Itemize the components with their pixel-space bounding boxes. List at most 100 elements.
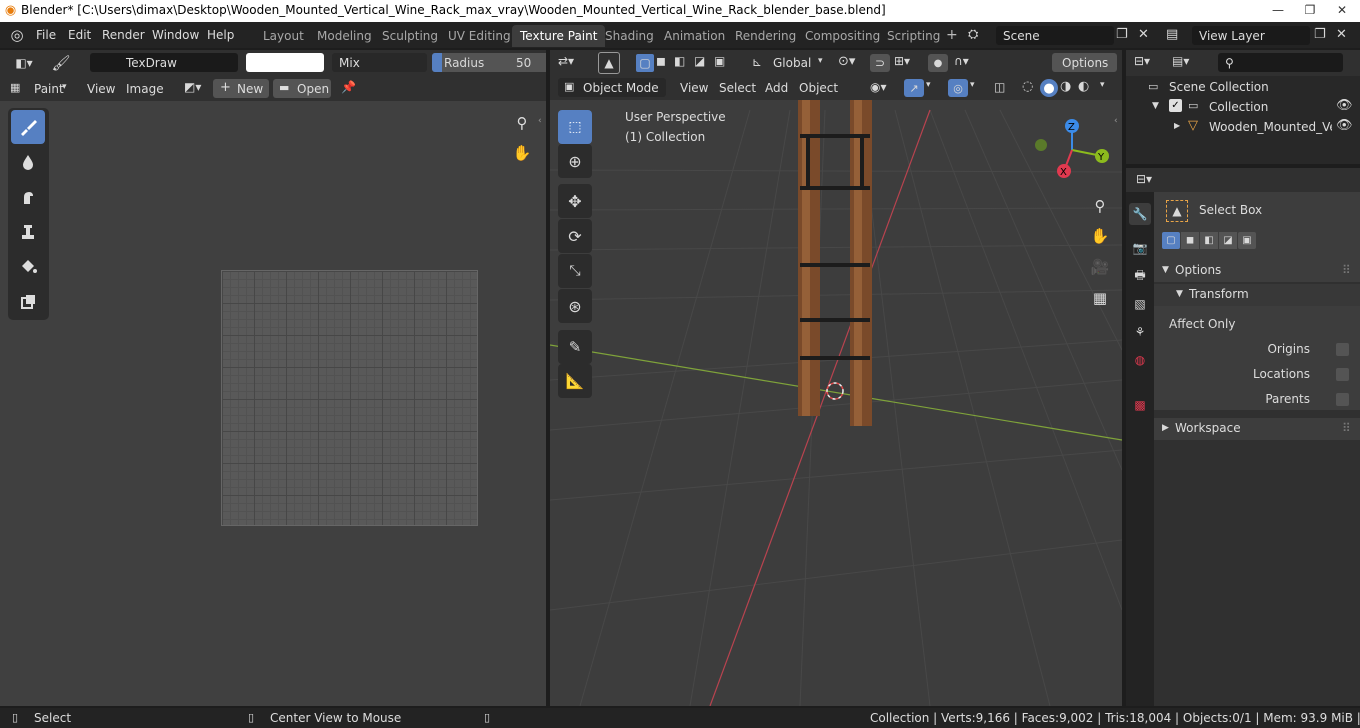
chevron-down-icon[interactable]: ▾ xyxy=(926,80,931,90)
gizmo-toggle-icon[interactable]: ↗ xyxy=(904,79,924,97)
restore-icon[interactable]: ❐ xyxy=(1294,0,1326,20)
menu-file[interactable]: File xyxy=(36,28,56,42)
soften-tool-icon[interactable] xyxy=(11,145,45,179)
scene-field[interactable]: Scene xyxy=(996,26,1114,45)
menu-view-3d[interactable]: View xyxy=(680,77,708,95)
mode-set-icon[interactable]: ▢ xyxy=(1162,232,1180,249)
pivot-point-icon[interactable]: ⊙▾ xyxy=(838,54,855,69)
open-image-button[interactable]: ▬ Open xyxy=(273,79,331,98)
chevron-down-icon[interactable]: ▾ xyxy=(1100,80,1105,90)
delete-scene-icon[interactable]: ✕ xyxy=(1138,27,1149,42)
new-scene-icon[interactable]: ❐ xyxy=(1116,27,1128,42)
select-box-tool-icon[interactable]: ⬚ xyxy=(558,110,592,144)
tab-texture-paint[interactable]: Texture Paint xyxy=(512,25,606,47)
tool-tab-icon[interactable]: 🔧 xyxy=(1129,203,1151,225)
tab-modeling[interactable]: Modeling xyxy=(309,25,380,47)
menu-view[interactable]: View xyxy=(87,78,115,96)
display-mode-icon[interactable]: ▤▾ xyxy=(1172,54,1189,68)
chevron-down-icon[interactable]: ▾ xyxy=(970,80,975,90)
perspective-grid-icon[interactable]: ▦ xyxy=(1086,284,1114,312)
transform-subpanel-header[interactable]: ▼ Transform xyxy=(1154,284,1360,306)
sidebar-toggle-icon[interactable]: ‹ xyxy=(538,116,542,126)
render-tab-icon[interactable]: 📷 xyxy=(1129,237,1151,259)
tab-animation[interactable]: Animation xyxy=(656,25,733,47)
scene-icon[interactable]: ⛭ xyxy=(968,27,978,42)
view-layer-tab-icon[interactable]: ▧ xyxy=(1129,293,1151,315)
blend-mode-select[interactable]: Mix xyxy=(332,53,427,72)
eye-icon[interactable]: 👁 xyxy=(1336,118,1353,133)
collection-label[interactable]: Collection xyxy=(1209,100,1268,114)
menu-window[interactable]: Window xyxy=(152,28,199,42)
drag-handle-icon[interactable]: ⠿ xyxy=(1342,263,1351,277)
smear-tool-icon[interactable] xyxy=(11,180,45,214)
options-panel-header[interactable]: ▼ Options ⠿ xyxy=(1154,260,1360,282)
collection-checkbox[interactable]: ✓ xyxy=(1169,99,1182,112)
parents-checkbox[interactable] xyxy=(1336,393,1349,406)
object-label[interactable]: Wooden_Mounted_Vertic xyxy=(1209,120,1332,134)
texture-tab-icon[interactable]: ▩ xyxy=(1129,394,1151,416)
mode-set-icon[interactable]: ▢ xyxy=(636,54,654,72)
rendered-shading-icon[interactable]: ◐ xyxy=(1078,79,1089,94)
material-shading-icon[interactable]: ◑ xyxy=(1060,79,1071,94)
visibility-icon[interactable]: ◉▾ xyxy=(870,80,887,94)
options-dropdown[interactable]: Options xyxy=(1052,53,1117,72)
editor-type-icon[interactable]: ⊟▾ xyxy=(1136,172,1152,186)
pan-hand-icon[interactable]: ✋ xyxy=(508,139,536,167)
tab-scripting[interactable]: Scripting xyxy=(879,25,948,47)
new-view-layer-icon[interactable]: ❐ xyxy=(1314,27,1326,42)
pin-icon[interactable]: 📌 xyxy=(341,80,356,94)
move-tool-icon[interactable]: ✥ xyxy=(558,184,592,218)
brush-name-field[interactable]: TexDraw xyxy=(90,53,238,72)
draw-tool-icon[interactable] xyxy=(11,110,45,144)
snap-icon[interactable]: ⊃ xyxy=(870,54,890,72)
fill-tool-icon[interactable] xyxy=(11,250,45,284)
editor-type-icon[interactable]: ◧▾ xyxy=(10,54,38,72)
mode-intersect-icon[interactable]: ▣ xyxy=(1238,232,1256,249)
mode-extend-icon[interactable]: ◼ xyxy=(656,54,666,68)
menu-add[interactable]: Add xyxy=(765,77,788,95)
scale-tool-icon[interactable]: ⤡ xyxy=(558,254,592,288)
tab-uv-editing[interactable]: UV Editing xyxy=(440,25,519,47)
proportional-edit-icon[interactable]: ● xyxy=(928,54,948,72)
menu-image[interactable]: Image xyxy=(126,78,164,96)
pan-hand-icon[interactable]: ✋ xyxy=(1086,222,1114,250)
menu-select[interactable]: Select xyxy=(719,77,756,95)
clone-tool-icon[interactable] xyxy=(11,215,45,249)
tab-layout[interactable]: Layout xyxy=(255,25,312,47)
tab-rendering[interactable]: Rendering xyxy=(727,25,804,47)
output-tab-icon[interactable]: 🖶 xyxy=(1129,265,1151,287)
paint-mode-select[interactable]: Paint xyxy=(34,78,64,96)
image-canvas[interactable] xyxy=(221,270,478,526)
zoom-icon[interactable]: ⚲ xyxy=(508,109,536,137)
annotate-tool-icon[interactable]: ✎ xyxy=(558,330,592,364)
menu-object[interactable]: Object xyxy=(799,77,838,95)
tab-shading[interactable]: Shading xyxy=(597,25,662,47)
zoom-icon[interactable]: ⚲ xyxy=(1086,192,1114,220)
brush-icon[interactable]: 🖌 xyxy=(50,53,72,73)
rotate-tool-icon[interactable]: ⟳ xyxy=(558,219,592,253)
menu-help[interactable]: Help xyxy=(207,28,234,42)
mode-extend-icon[interactable]: ◼ xyxy=(1181,232,1199,249)
image-browse-icon[interactable]: ◩▾ xyxy=(184,80,201,94)
xray-icon[interactable]: ◫ xyxy=(994,80,1005,94)
mode-subtract-icon[interactable]: ◧ xyxy=(1200,232,1218,249)
menu-edit[interactable]: Edit xyxy=(68,28,91,42)
minimize-icon[interactable]: — xyxy=(1262,0,1294,20)
wireframe-shading-icon[interactable]: ◌ xyxy=(1022,79,1033,94)
3d-viewport[interactable]: ⇄▾ ▲ ▢ ◼ ◧ ◪ ▣ ⊾ Global ▾ ⊙▾ ⊃ ⊞▾ ● ∩▾ O… xyxy=(550,50,1122,706)
sidebar-toggle-icon[interactable]: ‹ xyxy=(1114,116,1118,126)
delete-view-layer-icon[interactable]: ✕ xyxy=(1336,27,1347,42)
solid-shading-icon[interactable]: ● xyxy=(1040,79,1058,97)
radius-slider[interactable]: Radius 50 px xyxy=(432,53,546,72)
camera-icon[interactable]: 🎥 xyxy=(1086,253,1114,281)
mode-difference-icon[interactable]: ◪ xyxy=(1219,232,1237,249)
object-mode-select[interactable]: ▣ Object Mode xyxy=(558,78,666,97)
locations-checkbox[interactable] xyxy=(1336,368,1349,381)
mask-tool-icon[interactable] xyxy=(11,285,45,319)
menu-render[interactable]: Render xyxy=(102,28,145,42)
view-layer-field[interactable]: View Layer xyxy=(1192,26,1310,45)
scene-collection-label[interactable]: Scene Collection xyxy=(1169,80,1269,94)
expand-arrow-icon[interactable]: ▶ xyxy=(1174,121,1180,130)
world-tab-icon[interactable]: ◍ xyxy=(1129,349,1151,371)
scene-tab-icon[interactable]: ⚘ xyxy=(1129,321,1151,343)
